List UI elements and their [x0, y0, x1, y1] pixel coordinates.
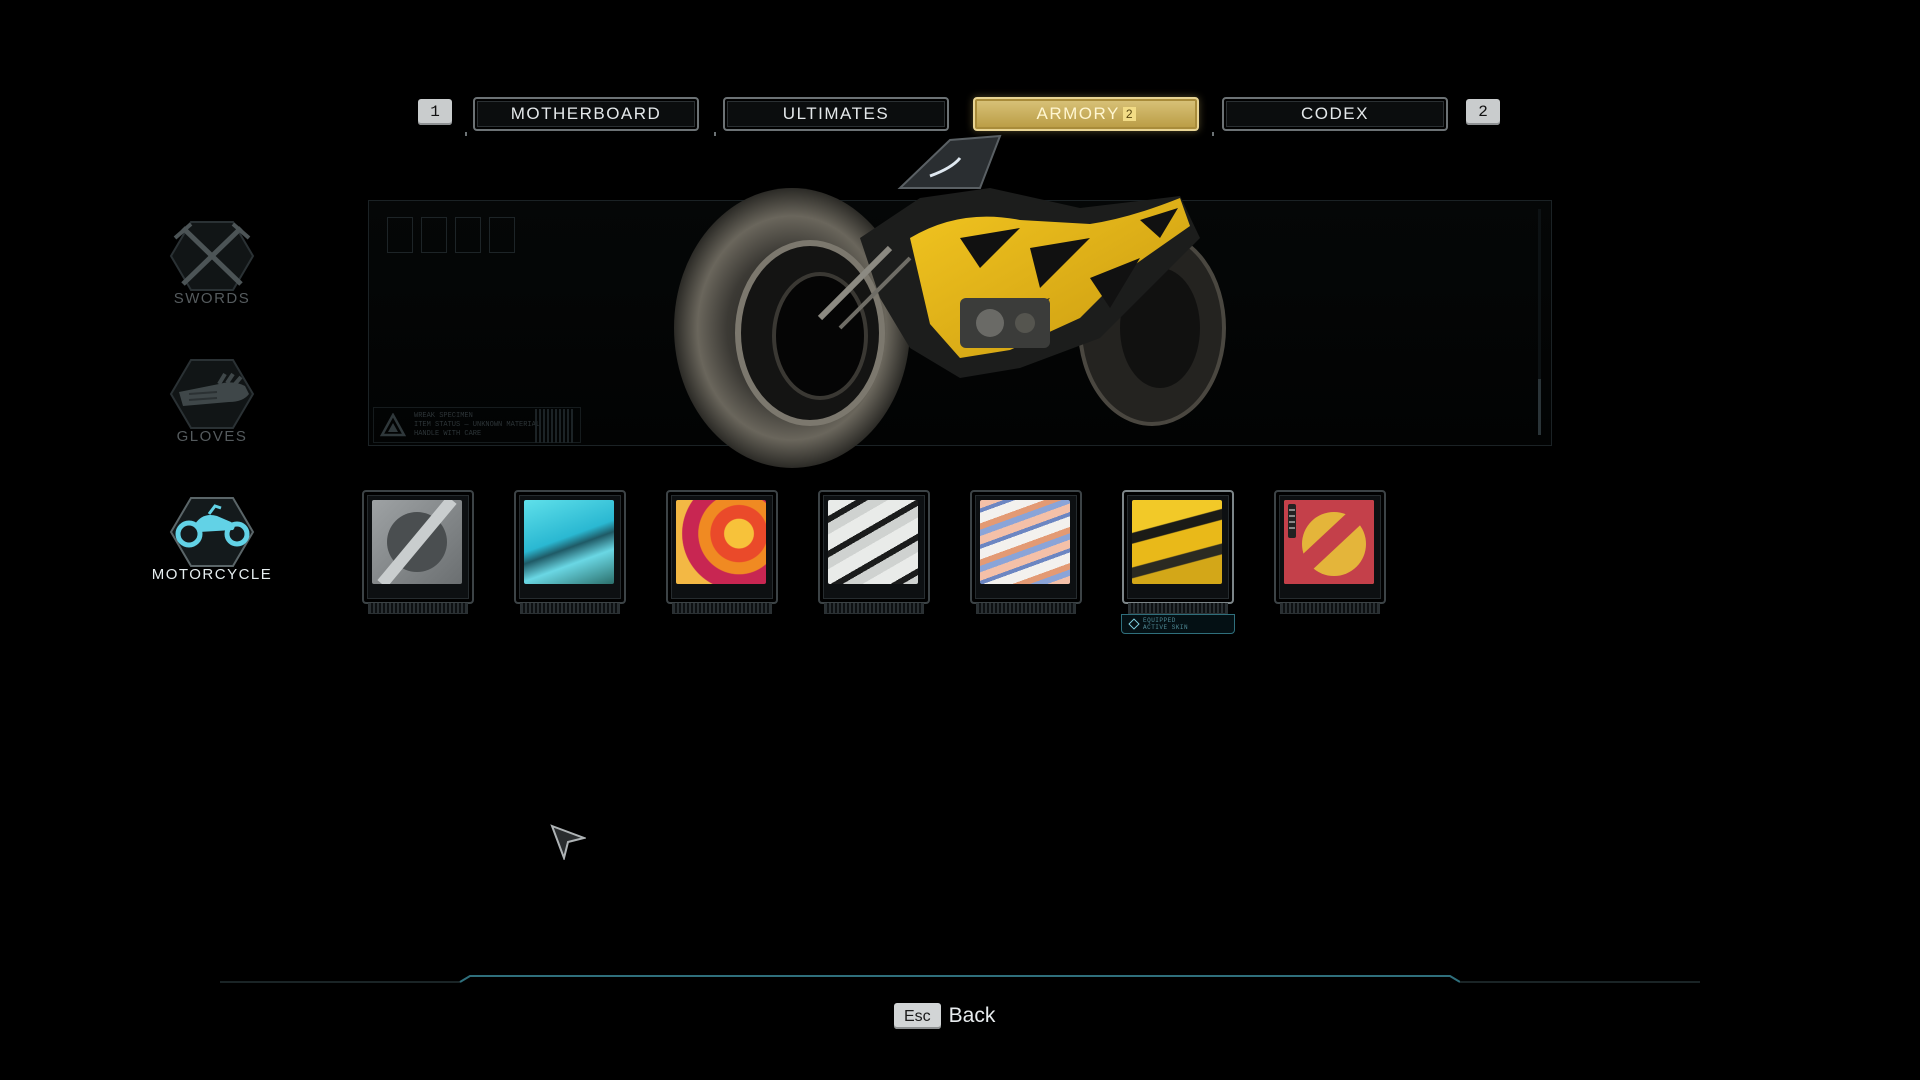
warning-line: ITEM STATUS — UNKNOWN MATERIAL: [414, 420, 541, 429]
skin-swatch: [828, 500, 918, 584]
tab-label: CODEX: [1301, 104, 1369, 123]
prev-tab-key[interactable]: 1: [418, 99, 452, 125]
tab-badge: 2: [1122, 107, 1136, 121]
diamond-icon: [1128, 618, 1140, 630]
esc-key: Esc: [894, 1003, 941, 1029]
preview-scrollbar[interactable]: [1538, 209, 1541, 435]
skin-slot-pastel[interactable]: [970, 490, 1082, 614]
tab-label: ULTIMATES: [782, 104, 890, 123]
no-skin-icon: [372, 500, 462, 584]
tab-motherboard[interactable]: MOTHERBOARD: [473, 97, 699, 131]
skin-swatch: [1132, 500, 1222, 584]
equipped-indicator: EQUIPPED ACTIVE SKIN: [1121, 614, 1235, 634]
category-swords[interactable]: SWORDS: [150, 218, 274, 307]
tab-armory[interactable]: ARMORY 2: [973, 97, 1199, 131]
skin-swatch: [524, 500, 614, 584]
warning-line: WREAK SPECIMEN: [414, 411, 473, 420]
skin-slot-cyan[interactable]: [514, 490, 626, 614]
skin-swatch: [980, 500, 1070, 584]
back-button[interactable]: Esc Back: [894, 1003, 995, 1029]
equipped-line: EQUIPPED: [1143, 617, 1176, 624]
preview-slots: [387, 217, 515, 253]
skin-slot-red-yellow[interactable]: [666, 490, 778, 614]
category-gloves[interactable]: GLOVES: [150, 356, 274, 445]
motorcycle-icon: [169, 497, 255, 567]
skin-slot-red-yellow-diagonal[interactable]: [1274, 490, 1386, 614]
motorcycle-preview-image[interactable]: [660, 128, 1240, 496]
tab-codex[interactable]: CODEX: [1222, 97, 1448, 131]
skin-slot-none[interactable]: [362, 490, 474, 614]
tab-ultimates[interactable]: ULTIMATES: [723, 97, 949, 131]
tab-label: ARMORY: [1036, 104, 1120, 123]
skin-swatch: [1284, 500, 1374, 584]
mouse-cursor-icon: [550, 824, 586, 860]
back-label: Back: [948, 1004, 996, 1027]
skin-slot-yellow-black[interactable]: [1122, 490, 1234, 614]
glove-icon: [169, 359, 255, 429]
skin-swatch: [676, 500, 766, 584]
barcode: [535, 409, 573, 443]
warning-icon: [380, 413, 406, 437]
skin-slot-white-black[interactable]: [818, 490, 930, 614]
crossed-swords-icon: [169, 221, 255, 291]
category-motorcycle[interactable]: MOTORCYCLE: [150, 494, 274, 583]
equipped-line: ACTIVE SKIN: [1143, 624, 1189, 631]
tab-label: MOTHERBOARD: [510, 104, 662, 123]
next-tab-key[interactable]: 2: [1466, 99, 1500, 125]
tab-divider: [465, 132, 467, 136]
warning-line: HANDLE WITH CARE: [414, 429, 482, 438]
footer-divider: [220, 975, 1700, 983]
